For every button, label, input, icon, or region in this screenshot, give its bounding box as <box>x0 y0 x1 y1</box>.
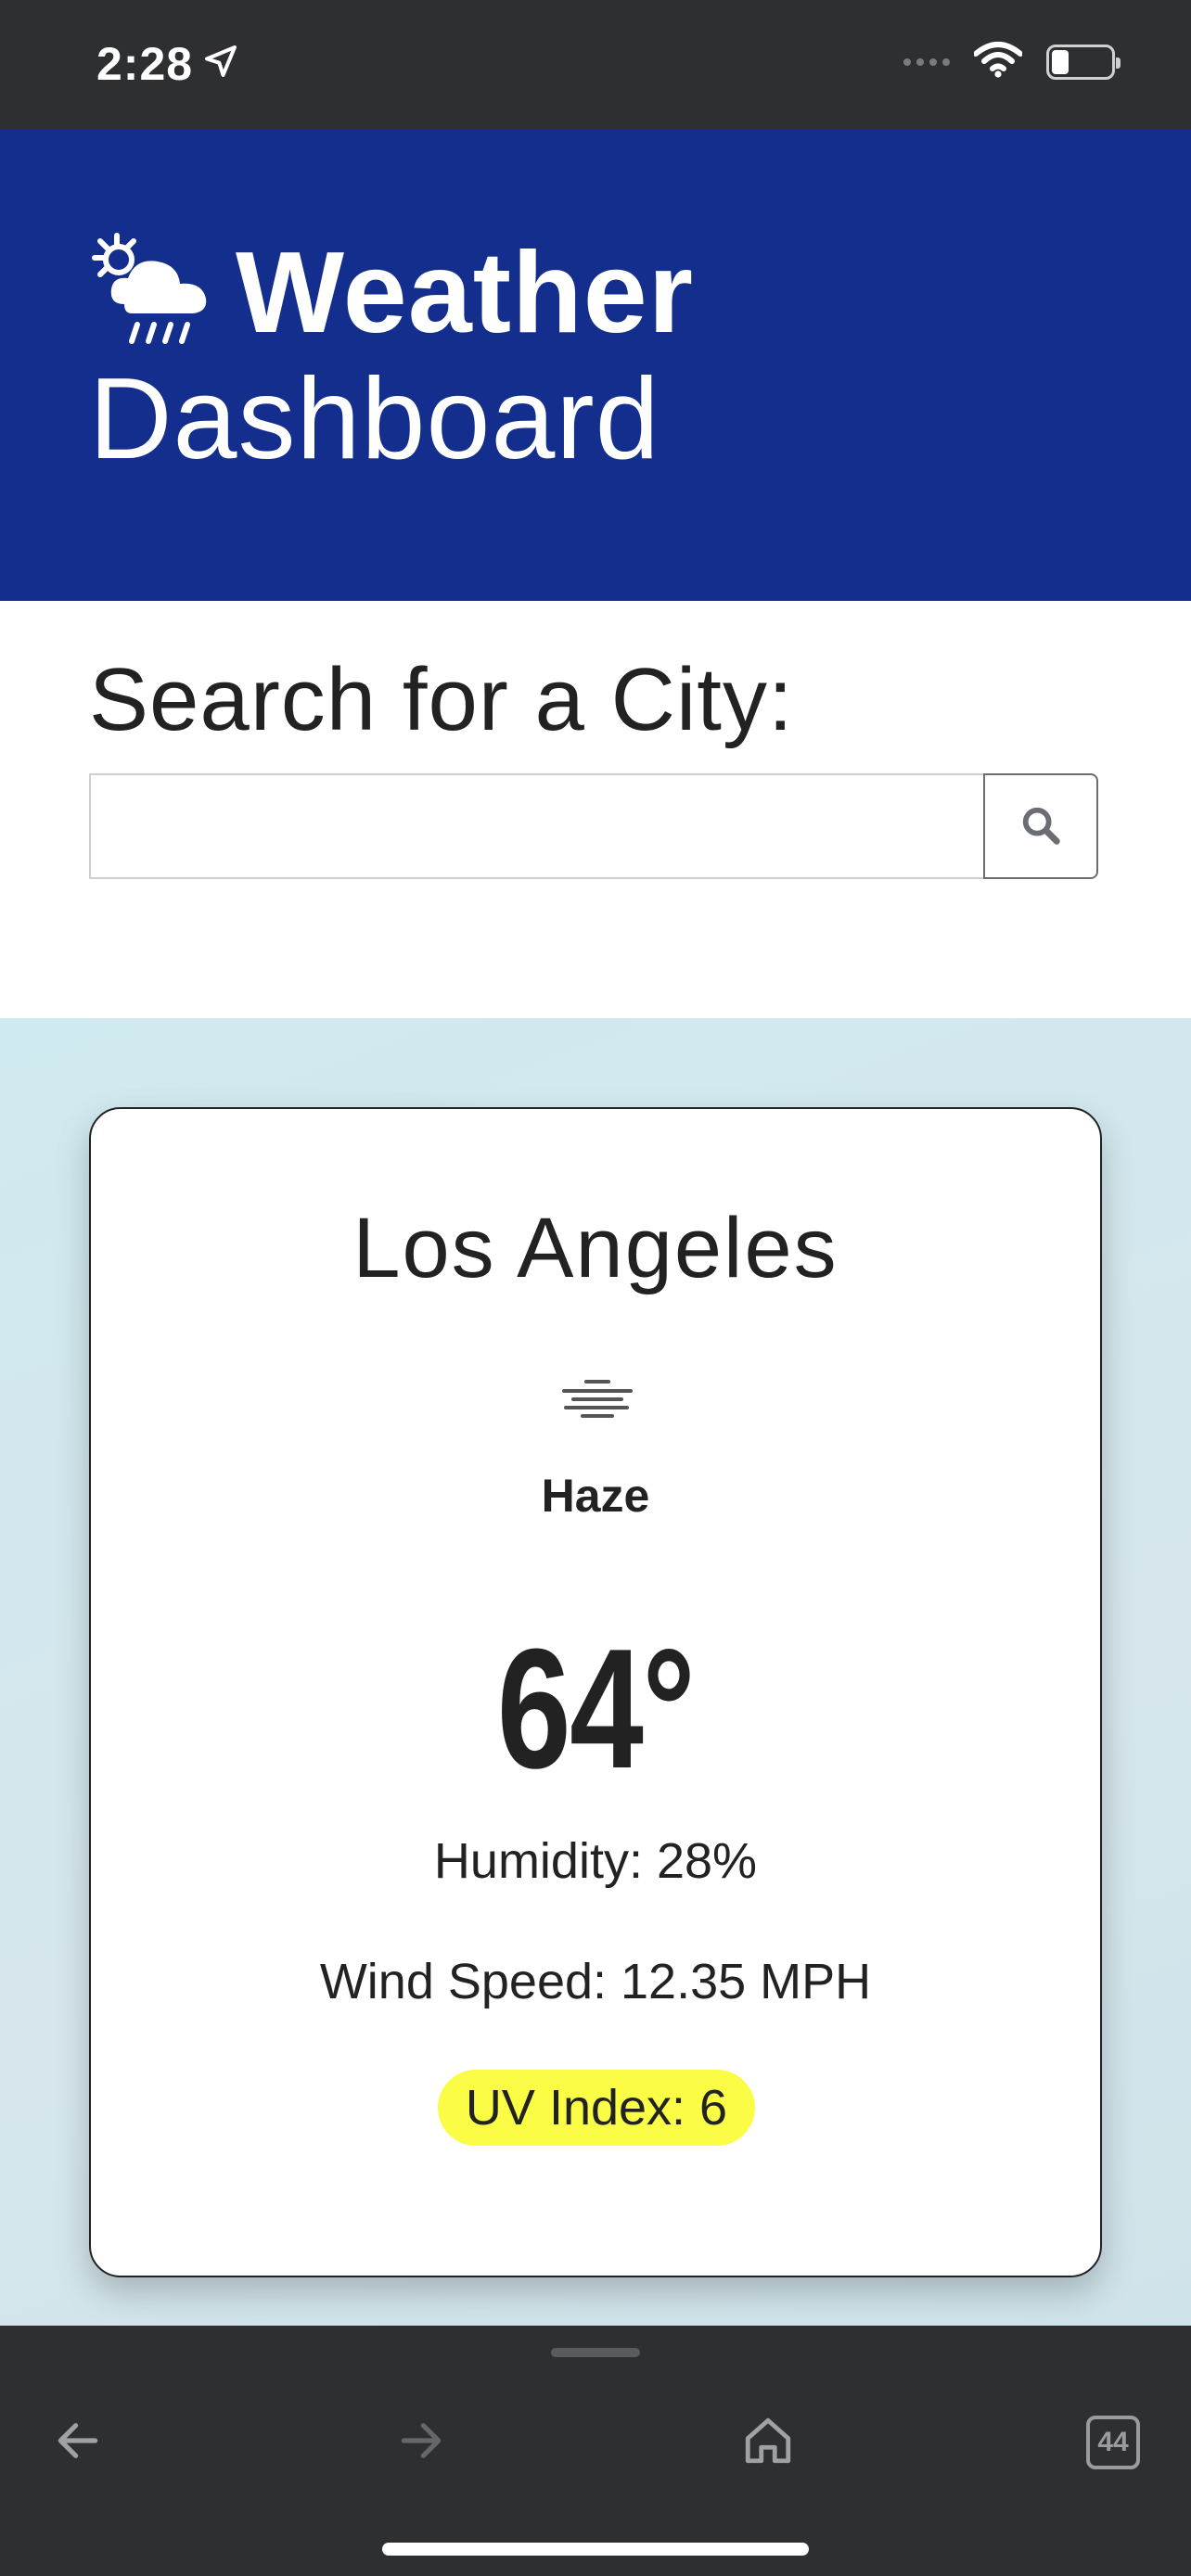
wifi-icon <box>973 41 1023 83</box>
arrow-left-icon <box>52 2415 104 2471</box>
sun-cloud-rain-icon <box>89 230 219 355</box>
search-button[interactable] <box>983 773 1098 879</box>
search-label: Search for a City: <box>89 650 794 749</box>
app-title-bold: Weather <box>236 228 694 357</box>
city-search-input[interactable] <box>89 773 985 879</box>
status-bar: 2:28 <box>0 0 1191 130</box>
forward-button[interactable] <box>375 2396 467 2489</box>
back-button[interactable] <box>32 2396 124 2489</box>
city-name: Los Angeles <box>352 1201 839 1295</box>
app-title-light: Dashboard <box>89 355 660 483</box>
search-section: Search for a City: <box>0 601 1191 1018</box>
wind-speed: Wind Speed: 12.35 MPH <box>319 1954 872 2009</box>
arrow-right-icon <box>395 2415 447 2471</box>
search-icon <box>1019 804 1062 849</box>
cellular-dots-icon <box>903 57 950 66</box>
home-button[interactable] <box>722 2396 814 2489</box>
home-icon <box>741 2414 795 2472</box>
status-indicators <box>903 41 1121 83</box>
current-weather-card: Los Angeles Haze 64° Humidity: 28% Wind … <box>89 1107 1102 2277</box>
home-indicator[interactable] <box>382 2543 809 2556</box>
browser-toolbar: 44 <box>0 2326 1191 2576</box>
tabs-button[interactable]: 44 <box>1067 2396 1159 2489</box>
location-arrow-icon <box>202 37 239 91</box>
temperature: 64° <box>496 1613 696 1804</box>
toolbar-grabber[interactable] <box>551 2348 640 2357</box>
forecast-area: Los Angeles Haze 64° Humidity: 28% Wind … <box>0 1018 1191 2326</box>
uv-index-badge: UV Index: 6 <box>438 2070 755 2146</box>
app-header: Weather Dashboard <box>0 130 1191 601</box>
tabs-count: 44 <box>1086 2416 1140 2469</box>
app-title-row: Weather <box>89 230 694 355</box>
status-time: 2:28 <box>96 38 194 90</box>
status-time-group: 2:28 <box>96 37 239 91</box>
humidity: Humidity: 28% <box>433 1833 758 1889</box>
haze-icon <box>560 1369 634 1429</box>
battery-low-icon <box>1046 44 1121 80</box>
weather-condition: Haze <box>541 1470 650 1522</box>
